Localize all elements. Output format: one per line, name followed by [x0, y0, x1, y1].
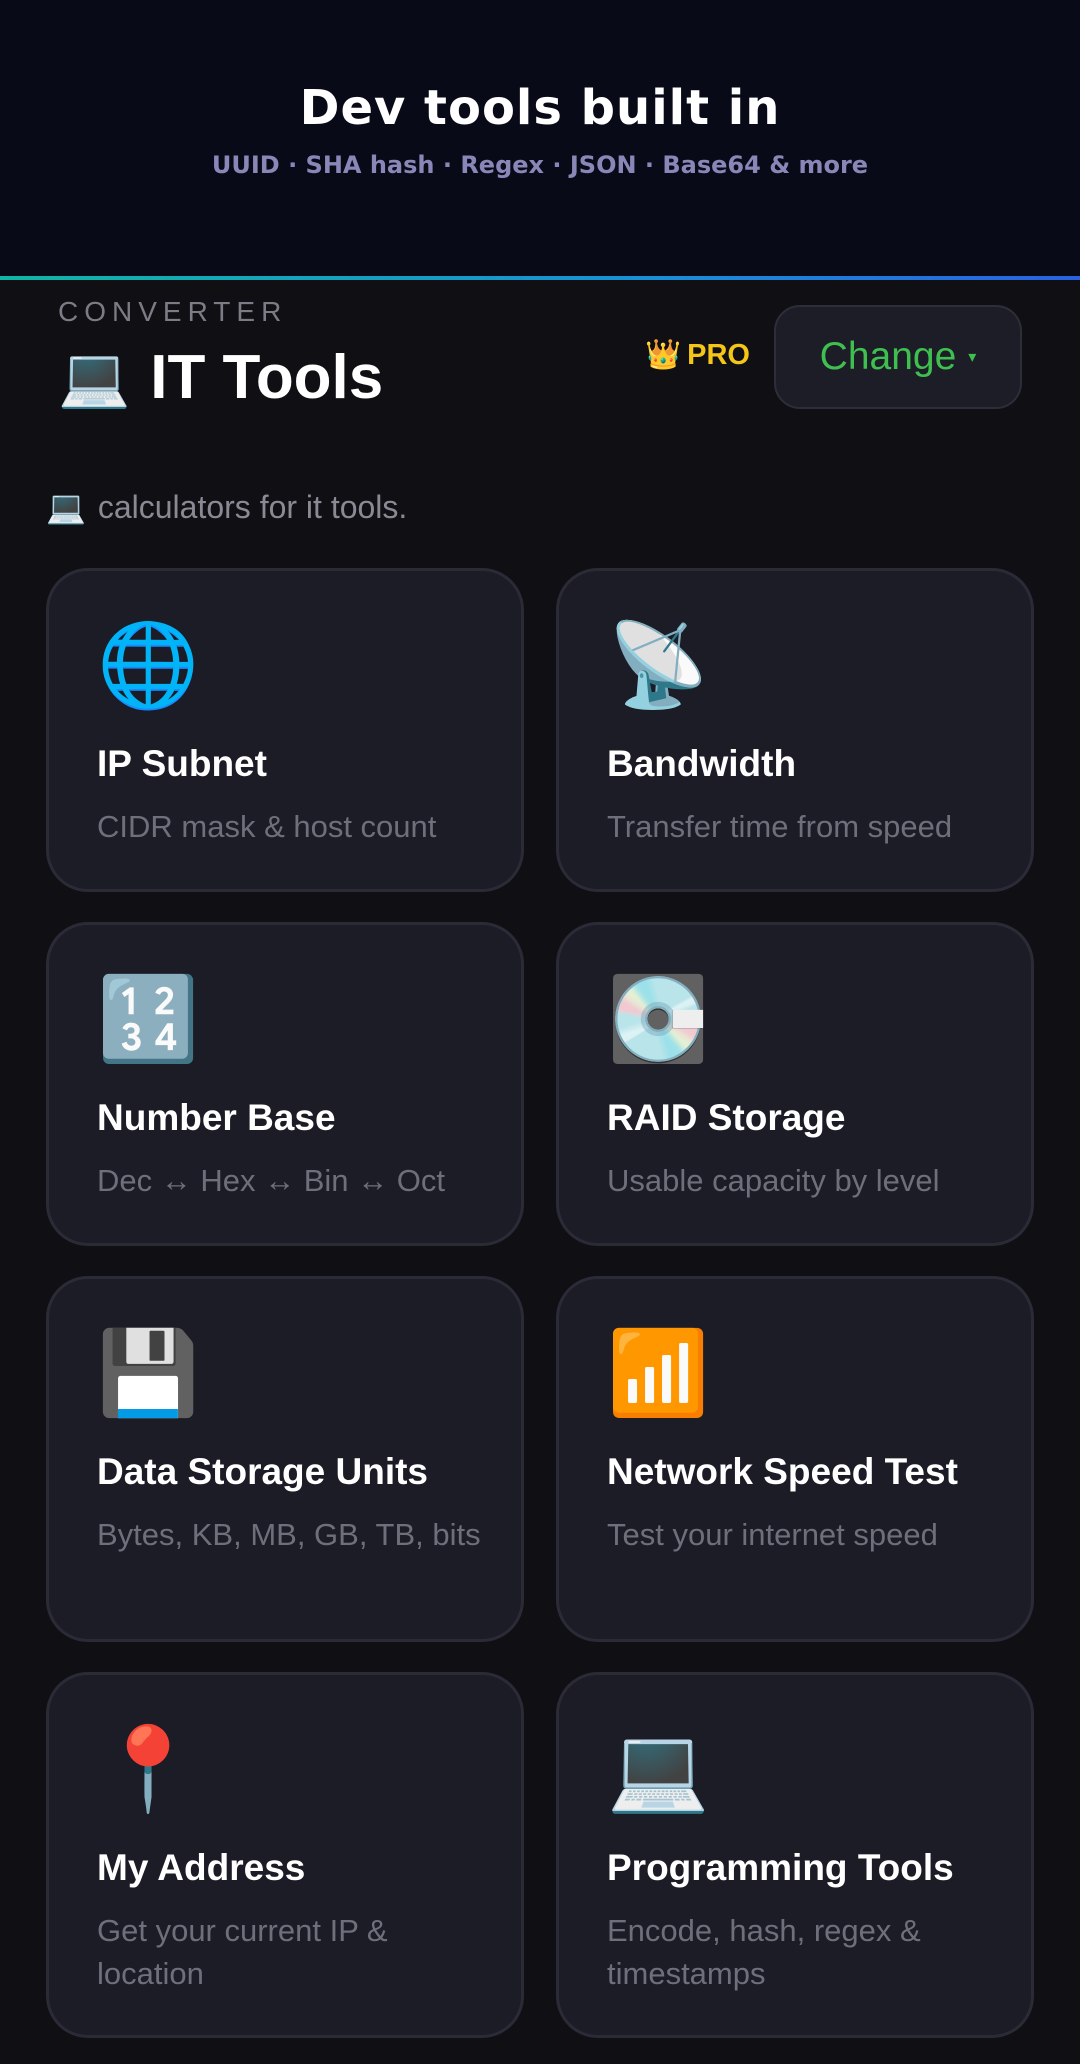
- card-description: Dec ↔ Hex ↔ Bin ↔ Oct: [97, 1163, 445, 1198]
- card-title: Network Speed Test: [607, 1451, 958, 1492]
- card-title: My Address: [97, 1847, 306, 1888]
- page-title: 💻 IT Tools: [58, 342, 383, 413]
- crown-icon: 👑: [645, 339, 682, 371]
- location-pin-icon: 📍: [97, 1722, 200, 1817]
- card-description: Bytes, KB, MB, GB, TB, bits: [97, 1517, 481, 1552]
- tool-card-raid-storage[interactable]: 💽 RAID Storage Usable capacity by level: [556, 922, 1034, 1246]
- card-title: Number Base: [97, 1097, 336, 1138]
- banner-subtitle: UUID · SHA hash · Regex · JSON · Base64 …: [211, 151, 869, 179]
- intro-label: calculators for it tools.: [97, 488, 408, 525]
- card-description: Get your current IP & location: [97, 1913, 388, 1991]
- intro-text: 💻 calculators for it tools.: [46, 488, 407, 526]
- card-description: Encode, hash, regex & timestamps: [607, 1913, 921, 1991]
- card-description: Transfer time from speed: [607, 809, 953, 844]
- tool-card-ip-subnet[interactable]: 🌐 IP Subnet CIDR mask & host count: [46, 568, 524, 892]
- card-description: CIDR mask & host count: [97, 809, 437, 844]
- laptop-icon: 💻: [607, 1722, 710, 1817]
- card-title: IP Subnet: [97, 743, 267, 784]
- satellite-dish-icon: 📡: [607, 618, 710, 713]
- minidisc-icon: 💽: [607, 972, 710, 1067]
- gradient-divider: [0, 276, 1080, 280]
- laptop-icon: 💻: [58, 344, 131, 410]
- card-title: Programming Tools: [607, 1847, 954, 1888]
- tool-card-programming-tools[interactable]: 💻 Programming Tools Encode, hash, regex …: [556, 1672, 1034, 2038]
- card-description: Test your internet speed: [607, 1517, 938, 1552]
- tool-card-data-storage-units[interactable]: 💾 Data Storage Units Bytes, KB, MB, GB, …: [46, 1276, 524, 1642]
- change-category-button[interactable]: Change ▾: [774, 305, 1022, 409]
- numbers-icon: 🔢: [97, 972, 200, 1067]
- change-label: Change: [819, 335, 957, 378]
- card-title: Data Storage Units: [97, 1451, 429, 1492]
- tool-card-network-speed-test[interactable]: 📶 Network Speed Test Test your internet …: [556, 1276, 1034, 1642]
- pro-label: PRO: [687, 338, 750, 371]
- signal-bars-icon: 📶: [607, 1326, 710, 1421]
- globe-icon: 🌐: [97, 618, 200, 713]
- caret-down-icon: ▾: [968, 349, 977, 366]
- page-title-text: IT Tools: [150, 343, 384, 412]
- tool-card-number-base[interactable]: 🔢 Number Base Dec ↔ Hex ↔ Bin ↔ Oct: [46, 922, 524, 1246]
- banner-title: Dev tools built in: [299, 80, 781, 136]
- laptop-icon: 💻: [46, 489, 86, 525]
- category-eyebrow: CONVERTER: [58, 296, 288, 327]
- floppy-disk-icon: 💾: [97, 1326, 200, 1421]
- card-title: Bandwidth: [607, 743, 797, 784]
- card-description: Usable capacity by level: [607, 1163, 940, 1198]
- tool-card-bandwidth[interactable]: 📡 Bandwidth Transfer time from speed: [556, 568, 1034, 892]
- promo-banner: Dev tools built in UUID · SHA hash · Reg…: [0, 0, 1080, 276]
- card-title: RAID Storage: [607, 1097, 846, 1138]
- tool-card-my-address[interactable]: 📍 My Address Get your current IP & locat…: [46, 1672, 524, 2038]
- pro-badge: 👑 PRO: [645, 338, 750, 372]
